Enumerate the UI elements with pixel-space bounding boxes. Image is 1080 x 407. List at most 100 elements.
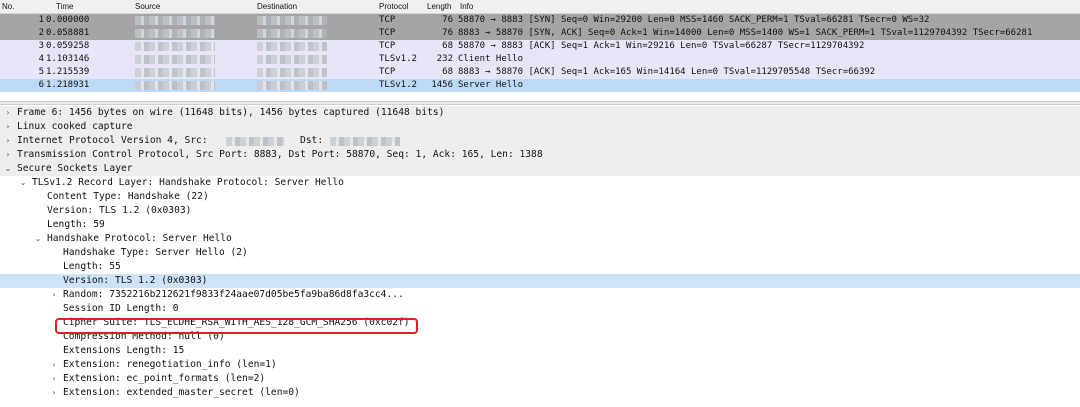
detail-tree-item[interactable]: Cipher Suite: TLS_ECDHE_RSA_WITH_AES_128…	[0, 316, 1080, 330]
chevron-right-icon[interactable]: ›	[3, 134, 13, 148]
redacted-address	[226, 137, 284, 146]
detail-tree-label: Extensions Length: 15	[63, 345, 185, 356]
packet-time: 1.103146	[46, 54, 90, 64]
detail-tree-item[interactable]: Extensions Length: 15	[0, 344, 1080, 358]
redacted-address	[257, 16, 327, 25]
packet-number: 1	[38, 15, 44, 25]
detail-tree-item[interactable]: › Transmission Control Protocol, Src Port…	[0, 148, 1080, 162]
packet-protocol: TCP	[379, 28, 396, 38]
detail-tree-item[interactable]: Length: 55	[0, 260, 1080, 274]
packet-length: 68	[442, 67, 453, 77]
detail-tree-item[interactable]: Content Type: Handshake (22)	[0, 190, 1080, 204]
detail-tree-label: Session ID Length: 0	[63, 303, 179, 314]
packet-time: 0.058881	[46, 28, 90, 38]
packet-protocol: TCP	[379, 67, 396, 77]
detail-tree-item[interactable]: › Extension: renegotiation_info (len=1)	[0, 358, 1080, 372]
detail-tree-item[interactable]: ⌄ Handshake Protocol: Server Hello	[0, 232, 1080, 246]
detail-tree-label: Length: 59	[47, 219, 105, 230]
packet-number: 3	[38, 41, 44, 51]
redacted-address	[257, 29, 327, 38]
detail-tree-item[interactable]: Session ID Length: 0	[0, 302, 1080, 316]
column-header-destination[interactable]: Destination	[257, 2, 297, 11]
packet-source-redacted	[135, 79, 215, 95]
packet-info: 8883 → 58870 [SYN, ACK] Seq=0 Ack=1 Win=…	[458, 28, 1033, 38]
dst-label: Dst:	[300, 135, 324, 146]
detail-tree-label: Frame 6: 1456 bytes on wire (11648 bits)…	[17, 107, 445, 118]
detail-tree-item[interactable]: ⌄ Secure Sockets Layer	[0, 162, 1080, 176]
detail-tree-label: Version: TLS 1.2 (0x0303)	[63, 275, 208, 286]
column-header-info[interactable]: Info	[460, 2, 473, 11]
chevron-right-icon[interactable]: ›	[49, 372, 59, 386]
packet-length: 76	[442, 28, 453, 38]
packet-info: 58870 → 8883 [ACK] Seq=1 Ack=1 Win=29216…	[458, 41, 865, 51]
redacted-address	[135, 16, 215, 25]
redacted-address	[257, 81, 327, 90]
redacted-address	[135, 81, 215, 90]
redacted-address	[135, 42, 215, 51]
detail-tree-item[interactable]: › Extension: ec_point_formats (len=2)	[0, 372, 1080, 386]
chevron-right-icon[interactable]: ›	[49, 386, 59, 400]
redacted-address	[135, 55, 215, 64]
packet-row[interactable]: 4 1.103146 TLSv1.2 232 Client Hello	[0, 53, 1080, 66]
column-header-source[interactable]: Source	[135, 2, 160, 11]
packet-row[interactable]: 2 0.058881 TCP 76 8883 → 58870 [SYN, ACK] Se…	[0, 27, 1080, 40]
column-header-no[interactable]: No.	[2, 2, 14, 11]
packet-row[interactable]: 1 0.000000 TCP 76 58870 → 8883 [SYN] Seq=0 W…	[0, 14, 1080, 27]
detail-tree-item[interactable]: Compression Method: null (0)	[0, 330, 1080, 344]
redacted-address	[257, 42, 327, 51]
detail-tree-label: Extension: renegotiation_info (len=1)	[63, 359, 277, 370]
chevron-down-icon[interactable]: ⌄	[18, 176, 28, 190]
packet-protocol: TCP	[379, 15, 396, 25]
chevron-right-icon[interactable]: ›	[49, 288, 59, 302]
packet-rows: 1 0.000000 TCP 76 58870 → 8883 [SYN] Seq=0 W…	[0, 14, 1080, 92]
detail-tree-label: Transmission Control Protocol, Src Port:…	[17, 149, 543, 160]
detail-tree-item[interactable]: › Frame 6: 1456 bytes on wire (11648 bits…	[0, 106, 1080, 120]
detail-tree-item[interactable]: Version: TLS 1.2 (0x0303)	[0, 274, 1080, 288]
detail-tree-label: Linux cooked capture	[17, 121, 133, 132]
packet-length: 76	[442, 15, 453, 25]
column-header-time[interactable]: Time	[56, 2, 73, 11]
detail-tree-label: Extension: extended_master_secret (len=0…	[63, 387, 300, 398]
detail-tree-item[interactable]: › Random: 7352216b212621f9833f24aae07d05b…	[0, 288, 1080, 302]
redacted-address	[135, 29, 215, 38]
detail-tree-label: Cipher Suite: TLS_ECDHE_RSA_WITH_AES_128…	[63, 317, 410, 328]
detail-tree-item[interactable]: ⌄ TLSv1.2 Record Layer: Handshake Protoco…	[0, 176, 1080, 190]
packet-time: 1.215539	[46, 67, 90, 77]
packet-number: 4	[38, 54, 44, 64]
packet-details-tree[interactable]: › Frame 6: 1456 bytes on wire (11648 bits…	[0, 106, 1080, 407]
packet-row[interactable]: 3 0.059258 TCP 68 58870 → 8883 [ACK] Seq=1 A…	[0, 40, 1080, 53]
detail-tree-label: Handshake Protocol: Server Hello	[47, 233, 232, 244]
detail-tree-label: Internet Protocol Version 4, Src:	[17, 135, 208, 146]
packet-time: 0.059258	[46, 41, 90, 51]
detail-tree-item[interactable]: Handshake Type: Server Hello (2)	[0, 246, 1080, 260]
packet-number: 6	[38, 80, 44, 90]
packet-info: Server Hello	[458, 80, 524, 90]
detail-tree-item[interactable]: › Extension: extended_master_secret (len=…	[0, 386, 1080, 400]
detail-tree-item[interactable]: › Linux cooked capture	[0, 120, 1080, 134]
detail-tree-item[interactable]: › Internet Protocol Version 4, Src: Dst:	[0, 134, 1080, 148]
detail-tree-label: Compression Method: null (0)	[63, 331, 225, 342]
packet-protocol: TCP	[379, 41, 396, 51]
packet-row[interactable]: 6 1.218931 TLSv1.2 1456 Server Hello	[0, 79, 1080, 92]
chevron-right-icon[interactable]: ›	[49, 358, 59, 372]
detail-tree-label: Extension: ec_point_formats (len=2)	[63, 373, 266, 384]
chevron-right-icon[interactable]: ›	[3, 148, 13, 162]
packet-number: 2	[38, 28, 44, 38]
detail-tree-item[interactable]: Length: 59	[0, 218, 1080, 232]
packet-protocol: TLSv1.2	[379, 80, 417, 90]
detail-tree-label: Version: TLS 1.2 (0x0303)	[47, 205, 192, 216]
column-header-protocol[interactable]: Protocol	[379, 2, 408, 11]
detail-tree-item[interactable]: Version: TLS 1.2 (0x0303)	[0, 204, 1080, 218]
detail-tree-label: Content Type: Handshake (22)	[47, 191, 209, 202]
pane-splitter[interactable]	[0, 101, 1080, 105]
packet-row[interactable]: 5 1.215539 TCP 68 8883 → 58870 [ACK] Seq=1 A…	[0, 66, 1080, 79]
redacted-address	[135, 68, 215, 77]
chevron-down-icon[interactable]: ⌄	[3, 162, 13, 176]
chevron-right-icon[interactable]: ›	[3, 106, 13, 120]
column-header-length[interactable]: Length	[427, 2, 451, 11]
detail-tree-label: Handshake Type: Server Hello (2)	[63, 247, 248, 258]
detail-tree-label: Secure Sockets Layer	[17, 163, 133, 174]
chevron-right-icon[interactable]: ›	[3, 120, 13, 134]
chevron-down-icon[interactable]: ⌄	[33, 232, 43, 246]
packet-list[interactable]: No. Time Source Destination Protocol Len…	[0, 0, 1080, 101]
